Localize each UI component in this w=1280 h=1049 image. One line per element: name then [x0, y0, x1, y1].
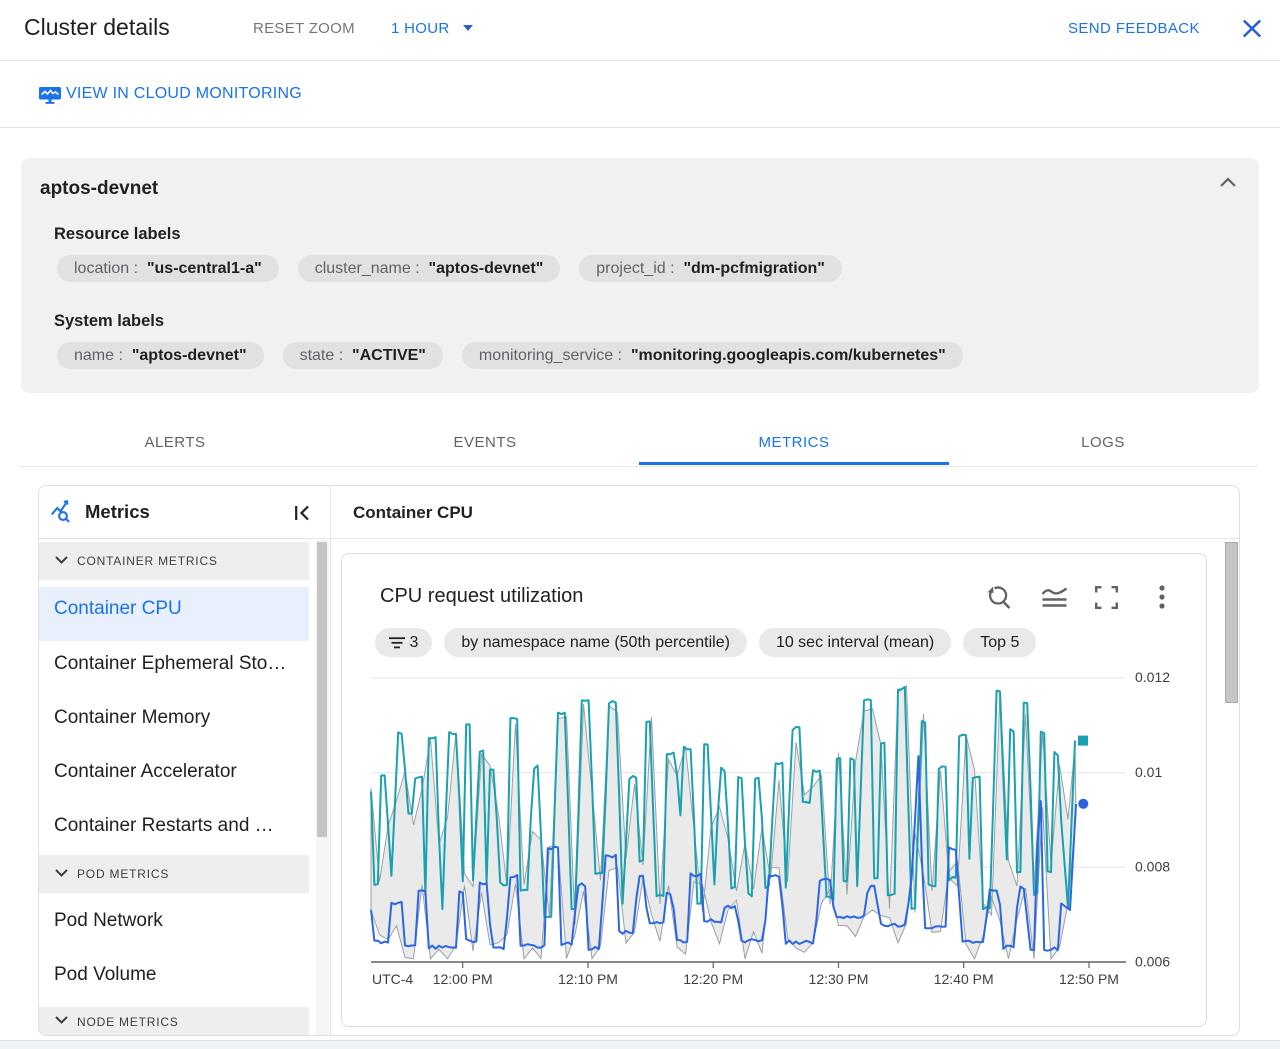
svg-text:12:40 PM: 12:40 PM — [934, 971, 994, 987]
svg-text:0.01: 0.01 — [1135, 764, 1162, 780]
svg-text:UTC-4: UTC-4 — [372, 971, 413, 987]
svg-text:12:20 PM: 12:20 PM — [683, 971, 743, 987]
svg-text:12:50 PM: 12:50 PM — [1059, 971, 1119, 987]
svg-text:12:30 PM: 12:30 PM — [809, 971, 869, 987]
svg-text:0.006: 0.006 — [1135, 954, 1170, 970]
svg-text:12:10 PM: 12:10 PM — [558, 971, 618, 987]
svg-text:0.008: 0.008 — [1135, 859, 1170, 875]
svg-text:12:00 PM: 12:00 PM — [433, 971, 493, 987]
svg-text:0.012: 0.012 — [1135, 669, 1170, 685]
